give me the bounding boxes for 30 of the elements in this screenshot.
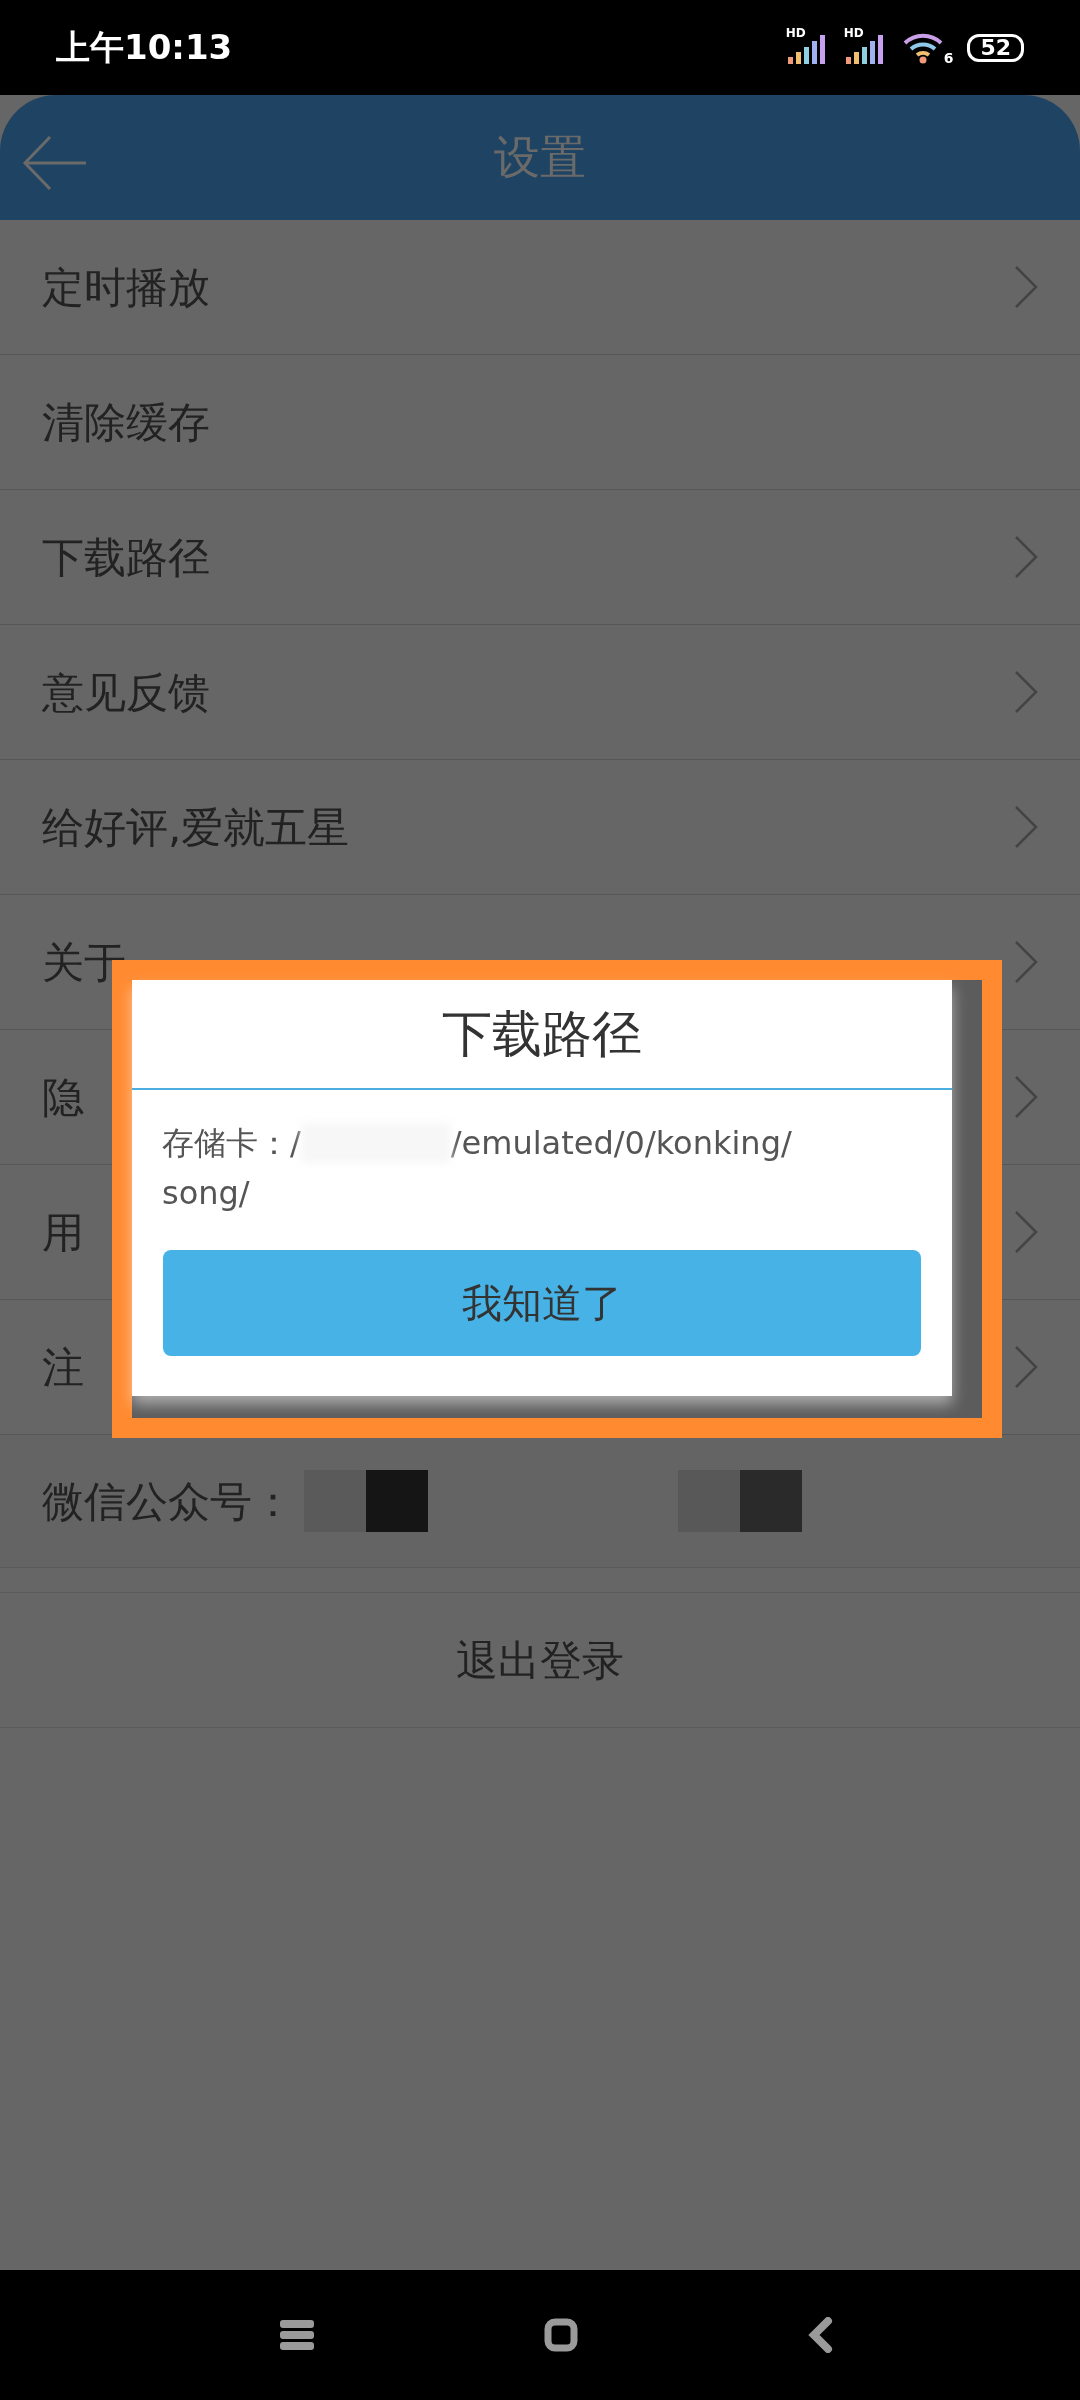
settings-label: 意见反馈 [42,666,210,719]
settings-row[interactable]: 意见反馈 [0,625,1080,760]
settings-row[interactable]: 清除缓存 [0,355,1080,490]
settings-label: 下载路径 [42,531,210,584]
settings-label: 定时播放 [42,261,210,314]
menu-icon[interactable] [280,2320,314,2350]
back-icon[interactable] [808,2317,834,2353]
battery-icon: 52 [967,33,1024,62]
settings-label: 隐 [42,1071,84,1124]
wifi-label: 6 [943,50,954,65]
settings-label: 用 [42,1206,84,1259]
path-prefix: 存储卡：/ [162,1123,301,1164]
path-text: song/ [162,1174,250,1212]
settings-label: 关于 [42,936,126,989]
signal-label: HD [843,26,864,39]
ok-button[interactable]: 我知道了 [163,1250,921,1356]
settings-row[interactable]: 给好评,爱就五星 [0,760,1080,895]
signal-label: HD [785,26,806,39]
status-time: 上午10:13 [56,26,233,69]
home-icon[interactable] [544,2318,578,2352]
path-text: /emulated/0/konking/ [450,1123,792,1164]
settings-label: 清除缓存 [42,396,210,449]
dialog-title: 下载路径 [442,1003,642,1065]
settings-row[interactable]: 下载路径 [0,490,1080,625]
wechat-label: 微信公众号： [42,1475,294,1528]
settings-row[interactable]: 定时播放 [0,220,1080,355]
settings-label: 给好评,爱就五星 [42,801,350,854]
page-title: 设置 [494,129,586,186]
settings-label: 注 [42,1341,84,1394]
logout-button[interactable]: 退出登录 [0,1592,1080,1728]
